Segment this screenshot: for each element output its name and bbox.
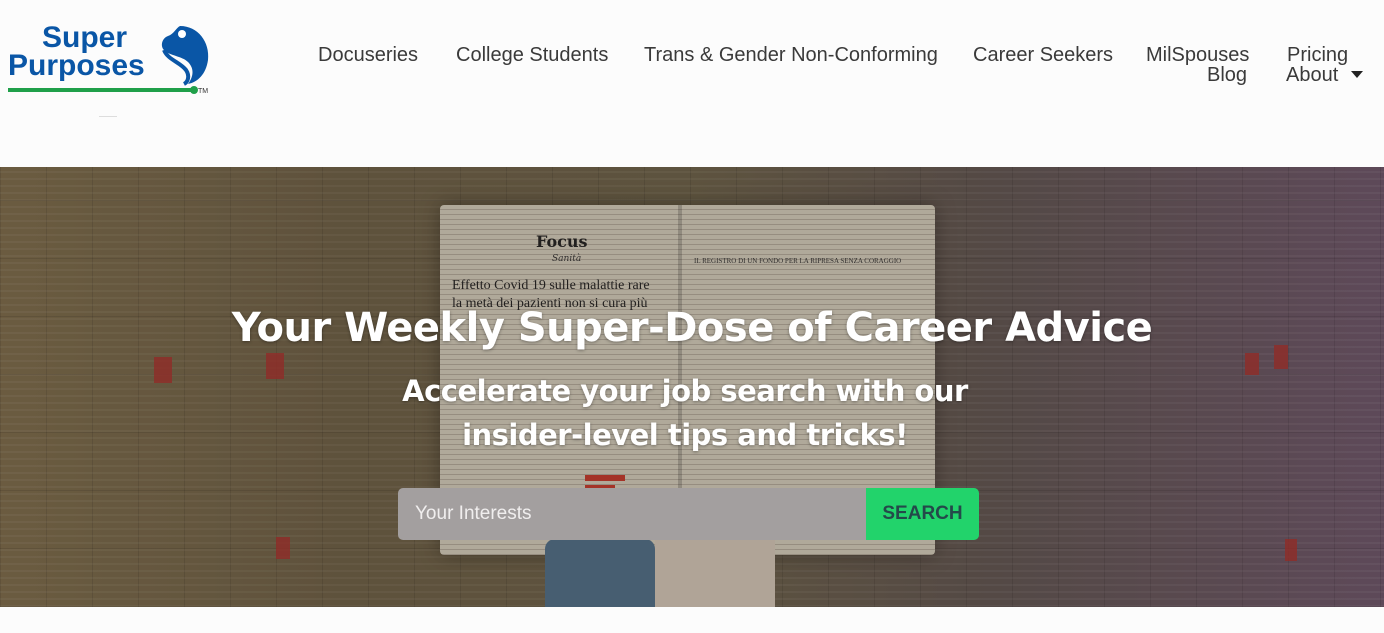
search-button[interactable]: SEARCH: [866, 488, 979, 540]
nav-trans-gender-non-conforming[interactable]: Trans & Gender Non-Conforming: [644, 44, 938, 66]
logo-bird-icon: [161, 26, 209, 86]
logo-trademark: TM: [198, 88, 209, 95]
nav-pricing[interactable]: Pricing: [1287, 44, 1348, 66]
page-bottom-band: [0, 607, 1384, 633]
caret-down-icon[interactable]: [1351, 71, 1363, 78]
hero-title: Your Weekly Super-Dose of Career Advice: [231, 305, 1153, 351]
interests-search-input[interactable]: [398, 488, 866, 540]
hero-banner: Focus Sanità Effetto Covid 19 sulle mala…: [0, 167, 1384, 607]
logo-underline: [8, 88, 192, 92]
nav-college-students[interactable]: College Students: [456, 44, 608, 66]
nav-milspouses[interactable]: MilSpouses: [1146, 44, 1249, 66]
nav-blog[interactable]: Blog: [1207, 64, 1247, 86]
logo-line-1: Super: [42, 21, 128, 54]
nav-about[interactable]: About: [1286, 64, 1338, 86]
nav-docuseries[interactable]: Docuseries: [318, 44, 418, 66]
hero-subtitle: Accelerate your job search with our insi…: [402, 374, 968, 452]
site-logo[interactable]: Super Purposes TM: [8, 21, 212, 98]
site-header: Super Purposes TM Docuseries College Stu…: [0, 0, 1384, 167]
logo-line-2: Purposes: [8, 49, 145, 82]
logo-dot: [190, 86, 198, 94]
nav-career-seekers[interactable]: Career Seekers: [973, 44, 1113, 66]
logo-wordmark: Super Purposes: [8, 21, 145, 82]
divider: [99, 116, 117, 117]
